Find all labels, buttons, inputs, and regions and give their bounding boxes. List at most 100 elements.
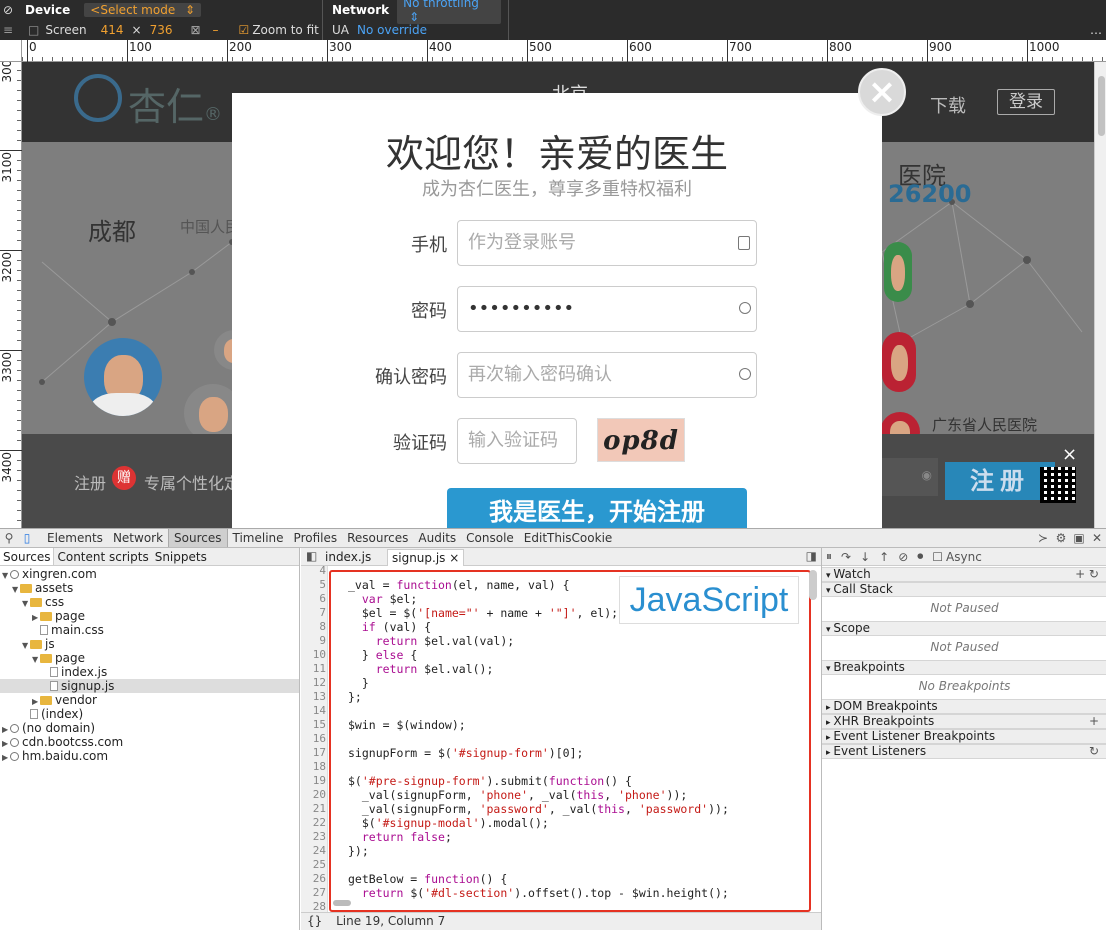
line-number[interactable]: 15 <box>301 718 326 731</box>
password-input[interactable]: •••••••••• <box>457 286 757 332</box>
tab-elements[interactable]: Elements <box>42 529 108 547</box>
tab-console[interactable]: Console <box>461 529 519 547</box>
navigator-tab[interactable]: Content scripts <box>54 548 151 565</box>
dock-icon[interactable]: ▣ <box>1070 531 1088 545</box>
tab-profiles[interactable]: Profiles <box>289 529 343 547</box>
screen-height[interactable]: 736 <box>150 23 173 37</box>
line-number[interactable]: 9 <box>301 634 326 647</box>
add-icon[interactable]: + <box>1089 715 1099 728</box>
captcha-image[interactable]: op8d <box>597 418 685 462</box>
tree-item[interactable]: ▼ page <box>0 651 299 665</box>
line-number[interactable]: 7 <box>301 606 326 619</box>
login-button[interactable]: 登录 <box>997 89 1055 115</box>
line-number[interactable]: 8 <box>301 620 326 633</box>
screen-width[interactable]: 414 <box>101 23 124 37</box>
close-icon[interactable]: ✕ <box>1088 531 1106 545</box>
tree-item[interactable]: signup.js <box>0 679 299 693</box>
banner-phone-input[interactable]: ◉ <box>882 458 938 496</box>
line-number[interactable]: 12 <box>301 676 326 689</box>
step-out-icon[interactable]: ↑ <box>879 550 889 564</box>
toggle-debugger-icon[interactable]: ◨ <box>806 549 817 563</box>
tree-item[interactable]: ▼ assets <box>0 581 299 595</box>
ua-value[interactable]: No override <box>357 23 427 37</box>
tab-sources[interactable]: Sources <box>168 529 228 547</box>
line-number[interactable]: 26 <box>301 872 326 885</box>
async-checkbox[interactable]: ☐ <box>932 550 943 564</box>
triangle-right-icon[interactable]: ▶ <box>2 751 10 765</box>
tree-item[interactable]: (index) <box>0 707 299 721</box>
line-number[interactable]: 21 <box>301 802 326 815</box>
line-number[interactable]: 16 <box>301 732 326 745</box>
tree-item[interactable]: ▶ cdn.bootcss.com <box>0 735 299 749</box>
line-number[interactable]: 27 <box>301 886 326 899</box>
nav-download[interactable]: 下载 <box>930 92 966 118</box>
screen-checkbox[interactable]: □ <box>28 23 39 37</box>
pause-icon[interactable]: ⏸ <box>826 549 832 564</box>
tree-item[interactable]: main.css <box>0 623 299 637</box>
tab-timeline[interactable]: Timeline <box>228 529 289 547</box>
tree-item[interactable]: ▼ js <box>0 637 299 651</box>
confirm-password-input[interactable]: 再次输入密码确认 <box>457 352 757 398</box>
banner-register-button[interactable]: 注册 <box>945 462 1055 500</box>
editor-scrollbar[interactable] <box>809 570 817 600</box>
tab-audits[interactable]: Audits <box>413 529 461 547</box>
modal-close-icon[interactable]: × <box>858 68 906 116</box>
submit-register-button[interactable]: 我是医生，开始注册 <box>447 488 747 528</box>
line-number[interactable]: 11 <box>301 662 326 675</box>
line-number[interactable]: 19 <box>301 774 326 787</box>
tree-item[interactable]: ▶ hm.baidu.com <box>0 749 299 763</box>
page-scrollbar[interactable] <box>1094 62 1106 528</box>
dpr-value[interactable]: – <box>213 23 219 37</box>
device-settings-icon[interactable]: ≡ <box>3 23 15 37</box>
deactivate-breakpoints-icon[interactable]: ⊘ <box>898 550 908 564</box>
device-mode-select[interactable]: <Select mode ⇕ <box>84 3 202 17</box>
gear-icon[interactable]: ⚙ <box>1052 531 1070 545</box>
line-number[interactable]: 20 <box>301 788 326 801</box>
scrollbar-thumb[interactable] <box>333 900 351 906</box>
section-breakpoints[interactable]: ▾ Breakpoints <box>822 660 1106 675</box>
line-number[interactable]: 18 <box>301 760 326 773</box>
tree-item[interactable]: index.js <box>0 665 299 679</box>
toggle-navigator-icon[interactable]: ◧ <box>306 549 317 563</box>
section-call-stack[interactable]: ▾ Call Stack <box>822 582 1106 597</box>
tree-item[interactable]: ▶ (no domain) <box>0 721 299 735</box>
refresh-icon[interactable]: ↻ <box>1089 745 1099 758</box>
console-drawer-icon[interactable]: ≻ <box>1034 531 1052 545</box>
navigator-tab[interactable]: Snippets <box>152 548 210 565</box>
editor-tab[interactable]: index.js <box>321 549 375 566</box>
section-scope[interactable]: ▾ Scope <box>822 621 1106 636</box>
line-number[interactable]: 4 <box>301 566 326 577</box>
section-xhr-breakpoints[interactable]: ▸ XHR Breakpoints + <box>822 714 1106 729</box>
section-dom-breakpoints[interactable]: ▸ DOM Breakpoints <box>822 699 1106 714</box>
tab-resources[interactable]: Resources <box>342 529 413 547</box>
navigator-tab[interactable]: Sources <box>0 548 55 565</box>
line-number[interactable]: 28 <box>301 900 326 912</box>
tree-item[interactable]: ▼ css <box>0 595 299 609</box>
tree-item[interactable]: ▼ xingren.com <box>0 567 299 581</box>
eye-icon[interactable] <box>739 302 751 314</box>
section-event-listener-breakpoints[interactable]: ▸ Event Listener Breakpoints <box>822 729 1106 744</box>
editor-tab[interactable]: signup.js × <box>387 549 465 566</box>
section-watch[interactable]: ▾ Watch + ↻ <box>822 567 1106 582</box>
eye-icon[interactable] <box>739 368 751 380</box>
swap-dimensions-icon[interactable]: ⊠ <box>190 23 200 37</box>
scrollbar-thumb[interactable] <box>1098 76 1105 136</box>
pretty-print-icon[interactable]: {} <box>307 914 322 928</box>
line-number[interactable]: 6 <box>301 592 326 605</box>
line-number[interactable]: 23 <box>301 830 326 843</box>
no-entry-icon[interactable]: ⊘ <box>3 3 15 17</box>
editor-hscrollbar[interactable] <box>329 898 809 908</box>
line-number[interactable]: 14 <box>301 704 326 717</box>
device-mode-icon[interactable]: ▯ <box>18 531 36 545</box>
more-icon[interactable]: … <box>1090 23 1102 37</box>
line-number[interactable]: 13 <box>301 690 326 703</box>
line-number[interactable]: 25 <box>301 858 326 871</box>
pause-on-exceptions-icon[interactable]: ⏺ <box>917 549 923 564</box>
tab-editthiscookie[interactable]: EditThisCookie <box>519 529 618 547</box>
section-event-listeners[interactable]: ▸ Event Listeners ↻ <box>822 744 1106 759</box>
zoom-checkbox[interactable]: ☑ <box>239 23 250 37</box>
search-icon[interactable]: ⚲ <box>0 531 18 545</box>
banner-close-icon[interactable]: × <box>1062 444 1077 465</box>
line-number[interactable]: 17 <box>301 746 326 759</box>
line-number[interactable]: 24 <box>301 844 326 857</box>
